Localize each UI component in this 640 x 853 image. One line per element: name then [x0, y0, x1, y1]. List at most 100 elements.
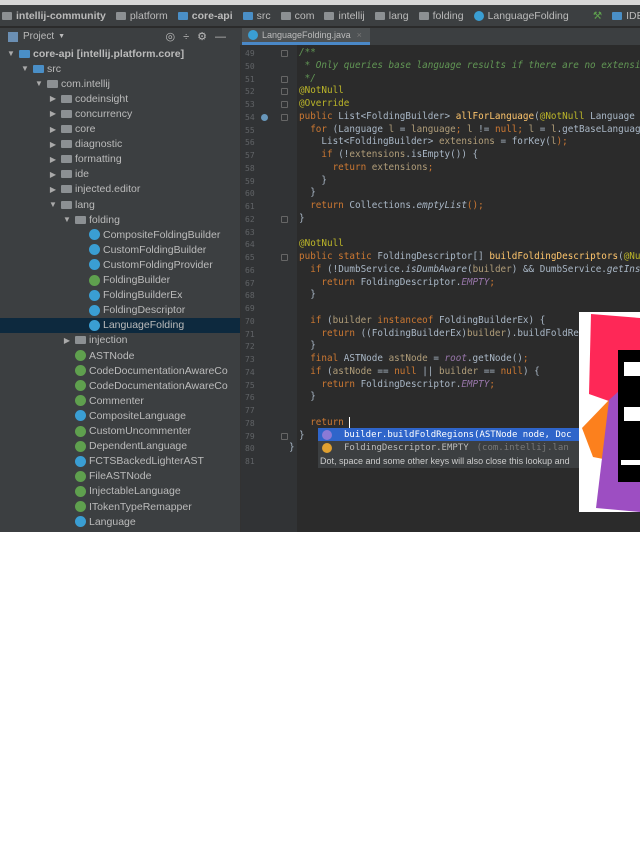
- chevron-down-icon[interactable]: ▼: [6, 49, 16, 58]
- tree-item-label: CodeDocumentationAwareCo: [89, 364, 228, 377]
- tree-item[interactable]: CustomUncommenter: [0, 424, 240, 439]
- tree-item[interactable]: CodeDocumentationAwareCo: [0, 378, 240, 393]
- module-icon: [19, 49, 30, 58]
- tree-item[interactable]: FCTSBackedLighterAST: [0, 454, 240, 469]
- fold-marker-icon[interactable]: [281, 254, 288, 261]
- fold-marker-icon[interactable]: [281, 88, 288, 96]
- chevron-right-icon[interactable]: ▶: [48, 109, 58, 118]
- completion-item[interactable]: FoldingDescriptor.EMPTY (com.intellij.lan: [318, 441, 588, 454]
- folder-icon: [374, 11, 385, 20]
- tree-item[interactable]: LanguageFolding: [0, 317, 240, 333]
- source-folder-icon: [242, 11, 253, 20]
- tree-item[interactable]: CodeDocumentationAwareCo: [0, 363, 240, 378]
- breadcrumb-languagefolding[interactable]: LanguageFolding: [473, 10, 569, 22]
- fold-marker-icon[interactable]: [281, 215, 288, 223]
- tree-item[interactable]: FoldingDescriptor: [0, 303, 240, 318]
- fold-marker-icon[interactable]: [281, 113, 288, 121]
- breadcrumb-intellij[interactable]: intellij: [324, 10, 365, 22]
- breadcrumb-intellij-community[interactable]: intellij-community: [2, 10, 106, 22]
- code-token: return: [299, 416, 350, 428]
- tree-item[interactable]: CustomFoldingBuilder: [0, 242, 240, 257]
- breadcrumb-label: src: [256, 9, 271, 22]
- code-token: if: [299, 365, 327, 377]
- tree-item[interactable]: CustomFoldingProvider: [0, 257, 240, 272]
- project-view-selector[interactable]: Project: [23, 31, 54, 42]
- chevron-right-icon[interactable]: ▶: [62, 336, 72, 345]
- code-token: ||: [422, 365, 439, 377]
- chevron-right-icon[interactable]: ▶: [48, 185, 58, 194]
- chevron-down-icon[interactable]: ▼: [34, 79, 44, 88]
- tree-item[interactable]: ▶ injection: [0, 333, 240, 348]
- tree-item[interactable]: Commenter: [0, 393, 240, 408]
- tree-item[interactable]: CompositeLanguage: [0, 408, 240, 423]
- fold-marker-icon[interactable]: [281, 75, 288, 83]
- breadcrumb-core-api[interactable]: core-api: [177, 10, 233, 22]
- code-line: */: [299, 73, 316, 86]
- tree-item[interactable]: ▼ com.intellij: [0, 76, 240, 91]
- tree-item-label: injected.editor: [75, 183, 141, 196]
- tree-item[interactable]: ▶ injected.editor: [0, 182, 240, 197]
- class-icon: [473, 10, 484, 21]
- chevron-right-icon[interactable]: ▶: [48, 155, 58, 164]
- tree-item[interactable]: FileASTNode: [0, 469, 240, 484]
- tree-item-label: injection: [89, 334, 128, 347]
- breadcrumb-src[interactable]: src: [242, 9, 271, 22]
- tree-item[interactable]: FoldingBuilder: [0, 273, 240, 288]
- tab-languagefolding[interactable]: LanguageFolding.java ×: [242, 28, 370, 45]
- hide-icon[interactable]: —: [215, 31, 234, 43]
- fold-marker-icon[interactable]: [281, 50, 288, 57]
- code-token: Language l: [590, 110, 635, 122]
- chevron-right-icon[interactable]: ▶: [48, 170, 58, 179]
- tree-item[interactable]: ▶ diagnostic: [0, 137, 240, 152]
- tree-item[interactable]: ▼ core-api [intellij.platform.core]: [0, 46, 240, 61]
- tree-item[interactable]: ▶ ide: [0, 167, 240, 182]
- tree-item[interactable]: ▶ core: [0, 122, 240, 137]
- code-token: }: [299, 289, 316, 301]
- tree-item[interactable]: ▼ src: [0, 61, 240, 76]
- tree-item-label: lang: [75, 198, 95, 211]
- breadcrumb-folding[interactable]: folding: [418, 9, 464, 22]
- tree-item[interactable]: CompositeFoldingBuilder: [0, 227, 240, 242]
- code-token: !=: [472, 123, 495, 135]
- code-line: public List<FoldingBuilder> allForLangua…: [299, 111, 640, 124]
- locate-icon[interactable]: ◎: [165, 31, 183, 43]
- override-gutter-icon[interactable]: [261, 113, 268, 121]
- tree-item[interactable]: ▼ lang: [0, 197, 240, 212]
- chevron-down-icon[interactable]: ▼: [20, 64, 30, 73]
- tree-item[interactable]: InjectableLanguage: [0, 484, 240, 499]
- breadcrumb-lang[interactable]: lang: [374, 10, 409, 22]
- code-token: root: [444, 353, 467, 364]
- code-token: null: [494, 123, 518, 135]
- breadcrumb-com[interactable]: com: [280, 10, 314, 22]
- chevron-down-icon[interactable]: ▼: [62, 215, 72, 224]
- tree-item[interactable]: FoldingBuilderEx: [0, 288, 240, 303]
- line-number: 64: [245, 240, 255, 250]
- run-config-selector[interactable]: IDE: [612, 10, 640, 22]
- chevron-right-icon[interactable]: ▶: [48, 140, 58, 149]
- collapse-icon[interactable]: ÷: [183, 31, 197, 43]
- chevron-right-icon[interactable]: ▶: [48, 94, 58, 103]
- line-number: 76: [245, 393, 255, 403]
- code-token: builder: [438, 365, 479, 377]
- chevron-down-icon[interactable]: ▼: [58, 33, 65, 40]
- breadcrumb-label: folding: [432, 9, 464, 22]
- line-number: 74: [245, 367, 255, 377]
- tree-item[interactable]: ▼ folding: [0, 212, 240, 227]
- close-icon[interactable]: ×: [357, 30, 362, 40]
- fold-marker-icon[interactable]: [281, 432, 288, 440]
- gear-icon[interactable]: ⚙: [197, 31, 215, 43]
- chevron-right-icon[interactable]: ▶: [48, 125, 58, 134]
- tree-item[interactable]: ▶ concurrency: [0, 106, 240, 121]
- breadcrumb-platform[interactable]: platform: [115, 10, 168, 22]
- build-icon[interactable]: ⚒: [593, 10, 602, 22]
- chevron-down-icon[interactable]: ▼: [48, 200, 58, 209]
- tree-item[interactable]: ▶ codeinsight: [0, 91, 240, 106]
- tree-item[interactable]: Language: [0, 514, 240, 529]
- fold-marker-icon[interactable]: [281, 101, 288, 108]
- tree-item[interactable]: ▶ formatting: [0, 152, 240, 167]
- tree-item[interactable]: ITokenTypeRemapper: [0, 499, 240, 514]
- line-number: 58: [245, 163, 255, 173]
- tree-item[interactable]: ASTNode: [0, 348, 240, 363]
- tree-item[interactable]: DependentLanguage: [0, 439, 240, 454]
- completion-item[interactable]: builder.buildFoldRegions(ASTNode node, D…: [318, 428, 588, 441]
